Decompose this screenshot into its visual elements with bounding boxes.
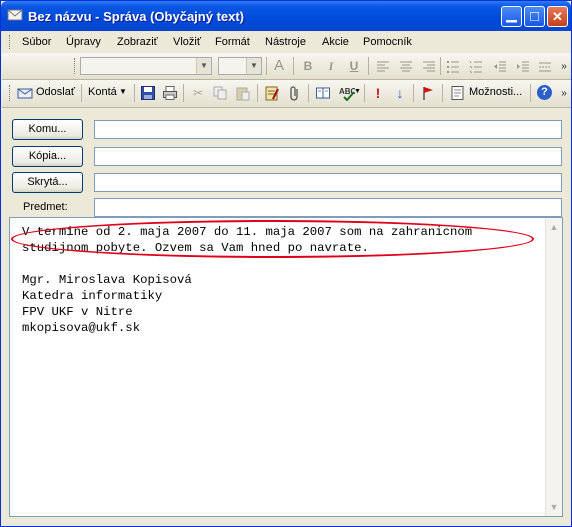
align-right-icon[interactable] bbox=[421, 59, 437, 75]
subject-label: Predmet: bbox=[23, 201, 68, 213]
toolbar-overflow-icon[interactable]: » bbox=[558, 86, 570, 102]
accounts-label: Kontá bbox=[88, 86, 117, 98]
underline-button[interactable]: U bbox=[346, 58, 362, 74]
maximize-icon: □ bbox=[529, 8, 540, 25]
bold-button[interactable]: B bbox=[300, 58, 316, 74]
options-icon bbox=[451, 86, 464, 100]
message-body[interactable]: V termine od 2. maja 2007 do 11. maja 20… bbox=[9, 217, 563, 517]
toolbar-separator bbox=[308, 84, 309, 102]
address-book-icon[interactable] bbox=[264, 85, 280, 101]
menu-upravy[interactable]: Úpravy bbox=[66, 36, 101, 48]
message-window: Bez názvu - Správa (Obyčajný text) ▁ □ ✕… bbox=[0, 0, 572, 527]
to-field[interactable] bbox=[94, 120, 562, 139]
standard-toolbar: Odoslať Kontá ▼ ✂ ABC ▼ ! ↓ Možnosti... … bbox=[2, 80, 571, 108]
body-line: FPV UKF v Nitre bbox=[22, 305, 133, 319]
spelling-icon[interactable]: ABC bbox=[339, 85, 355, 101]
align-center-icon[interactable] bbox=[398, 59, 414, 75]
menu-subor[interactable]: Súbor bbox=[22, 36, 51, 48]
font-name-combo[interactable]: ▼ bbox=[80, 57, 212, 75]
close-button[interactable]: ✕ bbox=[547, 6, 568, 27]
bullets-icon[interactable] bbox=[445, 59, 461, 75]
horizontal-line-icon[interactable] bbox=[537, 59, 553, 75]
menu-nastroje[interactable]: Nástroje bbox=[265, 36, 306, 48]
cut-icon[interactable]: ✂ bbox=[190, 85, 206, 101]
chevron-down-icon[interactable]: ▼ bbox=[196, 58, 211, 74]
send-button[interactable]: Odoslať bbox=[15, 84, 79, 102]
cc-field[interactable] bbox=[94, 147, 562, 166]
options-button[interactable]: Možnosti... bbox=[448, 84, 528, 102]
toolbar-separator bbox=[134, 84, 135, 102]
toolbar-separator bbox=[440, 57, 441, 75]
low-importance-icon[interactable]: ↓ bbox=[392, 85, 408, 101]
print-icon[interactable] bbox=[162, 85, 178, 101]
subject-field[interactable] bbox=[94, 198, 562, 217]
minimize-icon: ▁ bbox=[506, 7, 517, 22]
increase-indent-icon[interactable] bbox=[515, 59, 531, 75]
numbering-icon[interactable] bbox=[468, 59, 484, 75]
check-names-icon[interactable] bbox=[315, 85, 331, 101]
maximize-button[interactable]: □ bbox=[524, 6, 545, 27]
toolbar-separator bbox=[257, 84, 258, 102]
toolbar-separator bbox=[442, 84, 443, 102]
body-line: Mgr. Miroslava Kopisová bbox=[22, 273, 192, 287]
title-bar[interactable]: Bez názvu - Správa (Obyčajný text) ▁ □ ✕ bbox=[1, 1, 571, 31]
save-icon[interactable] bbox=[140, 85, 156, 101]
toolbar-separator bbox=[364, 84, 365, 102]
menu-vlozit[interactable]: Vložiť bbox=[173, 36, 201, 48]
chevron-down-icon[interactable]: ▼ bbox=[354, 88, 361, 95]
menu-bar: Súbor Úpravy Zobraziť Vložiť Formát Nást… bbox=[2, 31, 571, 53]
formatting-toolbar: ▼ ▼ A B I U » bbox=[2, 53, 571, 80]
attach-file-icon[interactable] bbox=[287, 85, 303, 101]
align-left-icon[interactable] bbox=[375, 59, 391, 75]
accounts-button[interactable]: Kontá ▼ bbox=[86, 84, 130, 102]
minimize-button[interactable]: ▁ bbox=[501, 6, 522, 27]
font-size-combo[interactable]: ▼ bbox=[218, 57, 262, 75]
cc-button[interactable]: Kópia... bbox=[12, 146, 83, 167]
toolbar-separator bbox=[413, 84, 414, 102]
toolbar-separator bbox=[530, 84, 531, 102]
close-icon: ✕ bbox=[552, 9, 563, 24]
scroll-up-icon[interactable]: ▲ bbox=[546, 219, 562, 235]
send-label: Odoslať bbox=[36, 86, 75, 98]
decrease-indent-icon[interactable] bbox=[492, 59, 508, 75]
font-color-icon[interactable]: A bbox=[271, 58, 287, 74]
menu-zobrazit[interactable]: Zobraziť bbox=[117, 36, 158, 48]
italic-button[interactable]: I bbox=[323, 58, 339, 74]
toolbar-separator bbox=[368, 57, 369, 75]
envelope-icon bbox=[7, 9, 23, 21]
chevron-down-icon[interactable]: ▼ bbox=[246, 58, 261, 74]
toolbar-separator bbox=[293, 57, 294, 75]
bcc-field[interactable] bbox=[94, 173, 562, 192]
body-line: Katedra informatiky bbox=[22, 289, 163, 303]
vertical-scrollbar[interactable]: ▲ ▼ bbox=[545, 218, 562, 516]
help-icon[interactable]: ? bbox=[537, 85, 552, 100]
flag-icon[interactable] bbox=[420, 85, 436, 101]
window-title: Bez názvu - Správa (Obyčajný text) bbox=[28, 9, 245, 24]
scroll-down-icon[interactable]: ▼ bbox=[546, 499, 562, 515]
high-importance-icon[interactable]: ! bbox=[370, 85, 386, 101]
toolbar-separator bbox=[266, 57, 267, 75]
toolbar-grip[interactable] bbox=[74, 58, 78, 74]
toolbar-separator bbox=[81, 84, 82, 102]
bcc-button[interactable]: Skrytá... bbox=[12, 172, 83, 193]
chevron-down-icon: ▼ bbox=[119, 87, 127, 96]
paste-icon[interactable] bbox=[235, 85, 251, 101]
menu-format[interactable]: Formát bbox=[215, 36, 250, 48]
toolbar-grip[interactable] bbox=[9, 85, 13, 101]
menu-grip[interactable] bbox=[9, 35, 13, 49]
highlight-oval bbox=[11, 220, 534, 258]
menu-akcie[interactable]: Akcie bbox=[322, 36, 349, 48]
to-button[interactable]: Komu... bbox=[12, 119, 83, 140]
send-icon bbox=[17, 88, 33, 99]
copy-icon[interactable] bbox=[212, 85, 228, 101]
options-label: Možnosti... bbox=[469, 86, 523, 98]
toolbar-overflow-icon[interactable]: » bbox=[558, 59, 570, 75]
toolbar-separator bbox=[183, 84, 184, 102]
menu-pomocnik[interactable]: Pomocník bbox=[363, 36, 412, 48]
body-line: mkopisova@ukf.sk bbox=[22, 321, 141, 335]
